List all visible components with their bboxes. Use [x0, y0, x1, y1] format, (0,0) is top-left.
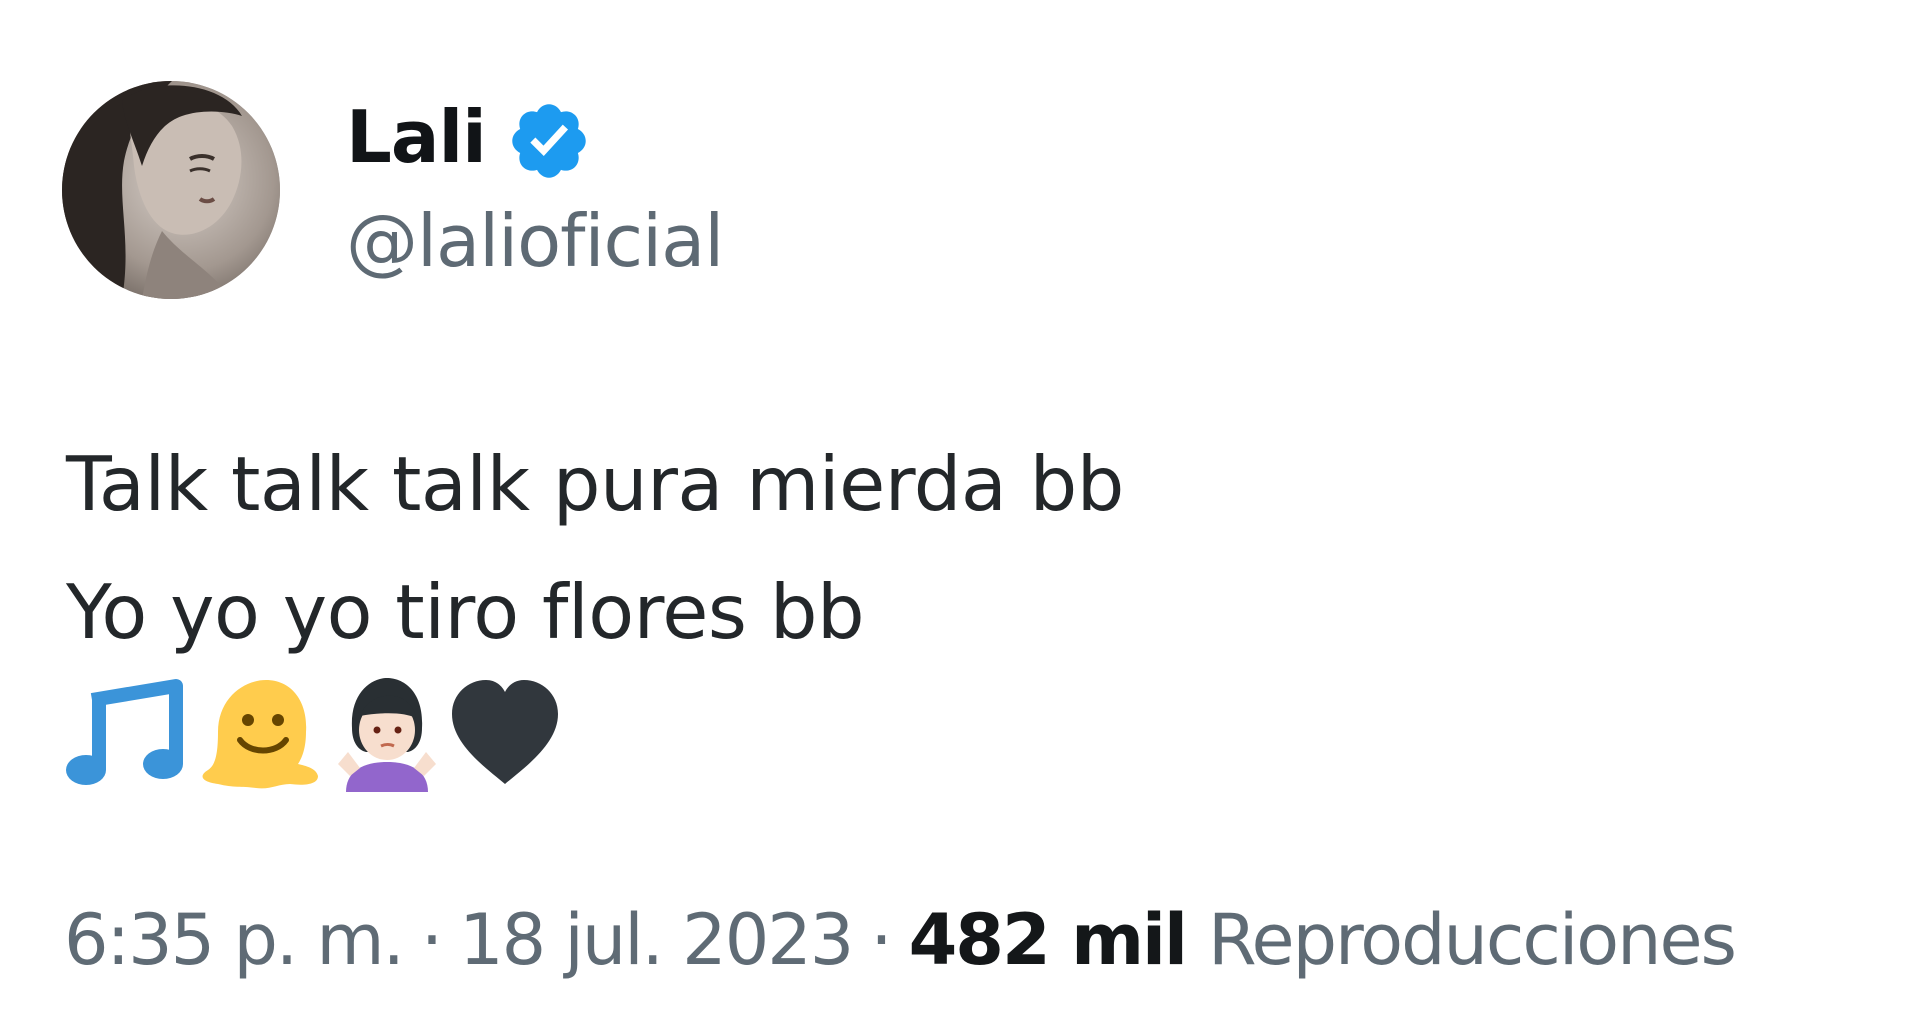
tweet-text: Talk talk talk pura mierda bb Yo yo yo t…	[66, 420, 1124, 676]
tweet-line: Talk talk talk pura mierda bb	[66, 440, 1124, 528]
display-name-row: Lali	[346, 92, 592, 182]
display-name[interactable]: Lali	[346, 92, 487, 182]
views-label[interactable]: Reproducciones	[1208, 899, 1737, 981]
verified-badge-icon[interactable]	[506, 98, 592, 184]
avatar[interactable]	[62, 81, 280, 299]
musical-notes-icon	[64, 672, 188, 792]
views-count[interactable]: 482 mil	[909, 899, 1188, 981]
emoji-row	[64, 672, 564, 792]
user-handle[interactable]: @lalioficial	[346, 196, 724, 286]
black-heart-icon	[446, 672, 564, 792]
person-shrugging-icon	[332, 672, 442, 792]
tweet-date[interactable]: 18 jul. 2023	[459, 899, 854, 981]
tweet-line: Yo yo yo tiro flores bb	[66, 568, 865, 656]
separator: ·	[420, 899, 443, 981]
melting-face-icon	[194, 672, 322, 792]
tweet-metadata: 6:35 p. m. · 18 jul. 2023 · 482 mil Repr…	[64, 890, 1737, 990]
tweet-time[interactable]: 6:35 p. m.	[64, 899, 405, 981]
profile-photo-icon	[62, 81, 280, 299]
tweet-card: Lali @lalioficial Talk talk talk pura mi…	[0, 0, 1920, 1022]
separator: ·	[870, 899, 892, 981]
